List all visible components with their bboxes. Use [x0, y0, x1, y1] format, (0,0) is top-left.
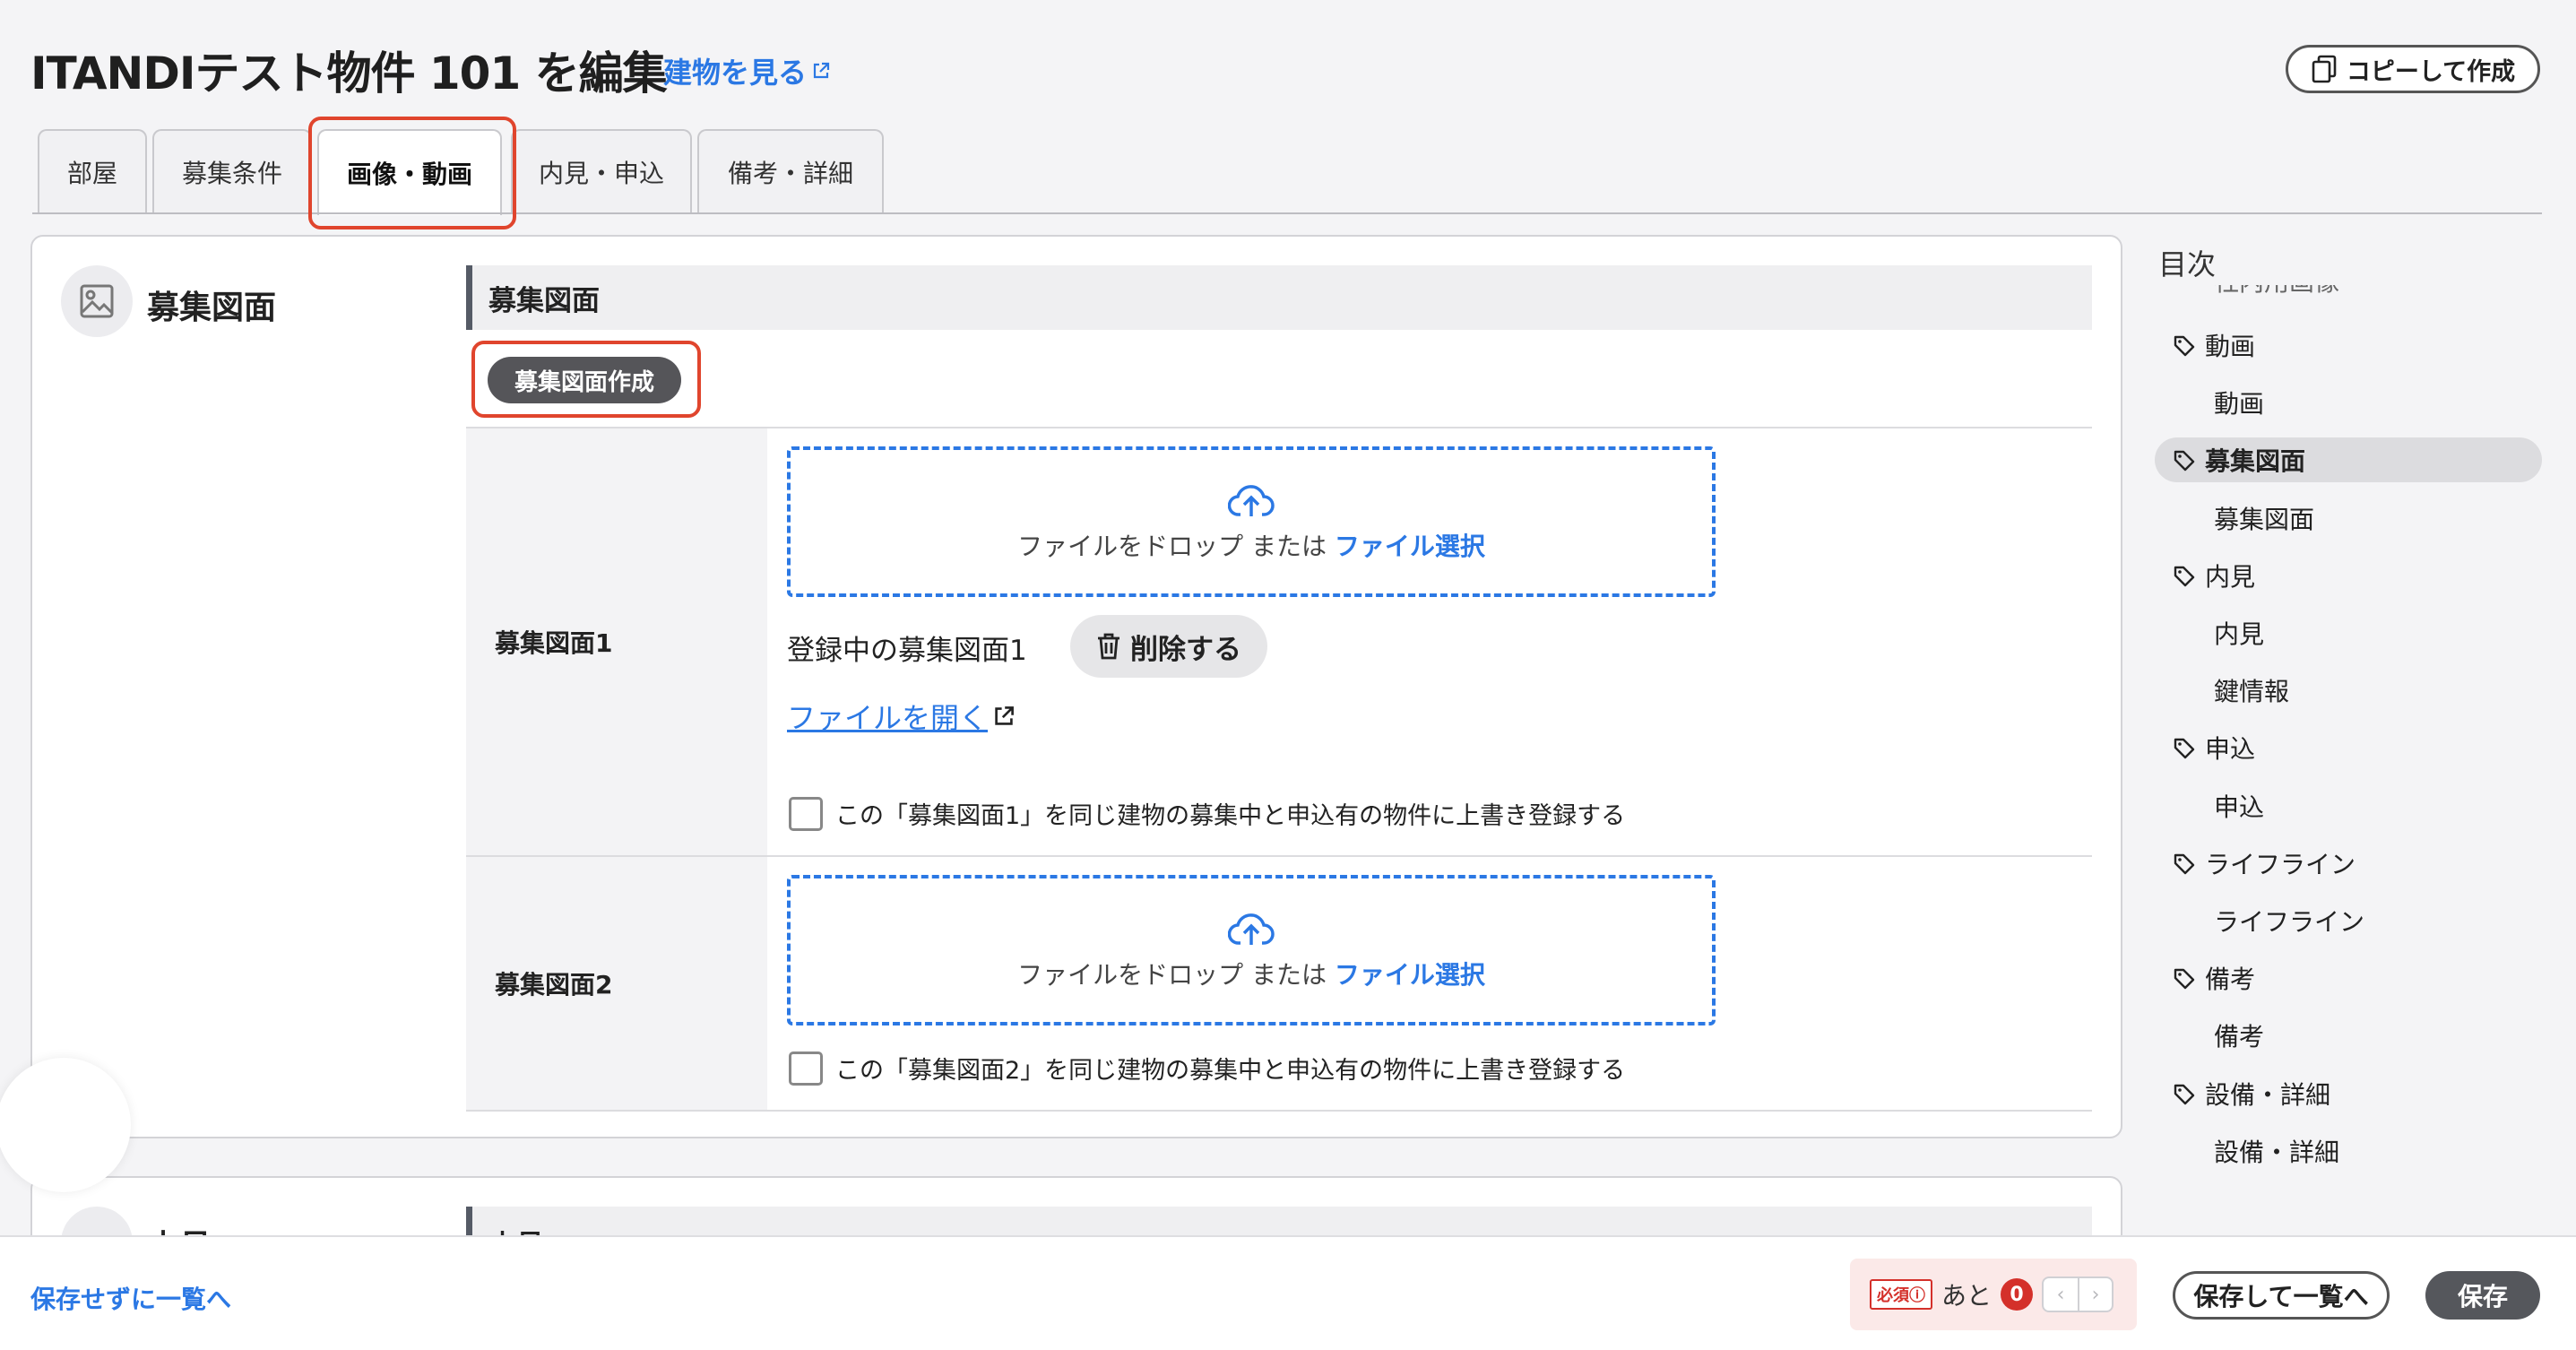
- upload-cloud-icon: [1228, 485, 1275, 516]
- tag-icon: [2173, 333, 2196, 357]
- toc-item-label: 募集図面: [2205, 446, 2306, 477]
- tab-viewing-application[interactable]: 内見・申込: [511, 129, 692, 213]
- open-file-label: ファイルを開く: [787, 701, 989, 735]
- open-file-link[interactable]: ファイルを開く: [787, 696, 1015, 737]
- toc-item-group[interactable]: 申込: [2155, 725, 2542, 770]
- file-select-link[interactable]: ファイル選択: [1335, 960, 1485, 990]
- figure1-overwrite-checkbox[interactable]: [789, 796, 823, 831]
- view-building-label: 建物を見る: [663, 56, 808, 90]
- tag-icon: [2173, 736, 2196, 759]
- delete-label: 削除する: [1130, 633, 1241, 666]
- back-without-saving-link[interactable]: 保存せずに一覧へ: [30, 1280, 231, 1316]
- toc-item-sub[interactable]: 鍵情報: [2155, 668, 2542, 713]
- copy-create-button[interactable]: コピーして作成: [2286, 45, 2540, 93]
- toc-item-label: 募集図面: [2214, 504, 2315, 534]
- toc-item-sub[interactable]: 内見: [2155, 610, 2542, 655]
- toc-item-label: 備考: [2214, 1022, 2265, 1052]
- toc-item-sub[interactable]: 備考: [2155, 1013, 2542, 1058]
- figure1-overwrite-row: この「募集図面1」を同じ建物の募集中と申込有の物件に上書き登録する: [789, 796, 1625, 831]
- figure2-overwrite-checkbox[interactable]: [789, 1051, 823, 1086]
- required-field-pager: ‹ ›: [2042, 1276, 2114, 1312]
- external-link-icon: [995, 706, 1014, 725]
- figure1-overwrite-label: この「募集図面1」を同じ建物の募集中と申込有の物件に上書き登録する: [835, 802, 1626, 830]
- external-link-icon: [813, 62, 830, 79]
- toc-list: 社内用画像 動画動画募集図面募集図面内見内見鍵情報申込申込ライフラインライフライ…: [2155, 285, 2542, 1235]
- toc-title: 目次: [2158, 247, 2217, 281]
- dropzone-text: ファイルをドロップ または ファイル選択: [1017, 527, 1485, 563]
- figure2-dropzone[interactable]: ファイルをドロップ または ファイル選択: [787, 875, 1716, 1025]
- required-fields-panel: 必須ⓘ あと 0 ‹ ›: [1850, 1259, 2137, 1330]
- tab-underline: [32, 212, 2542, 214]
- toc-item-sub[interactable]: 動画: [2155, 380, 2542, 425]
- toc-item-label: 鍵情報: [2214, 677, 2290, 707]
- remaining-count-badge: 0: [2001, 1278, 2034, 1311]
- remaining-label: あと: [1941, 1281, 1993, 1311]
- tag-icon: [2173, 1082, 2196, 1105]
- help-icon: ⓘ: [1909, 1286, 1925, 1305]
- dropzone-hint: ファイルをドロップ または: [1017, 960, 1335, 990]
- chevron-left-icon[interactable]: ‹: [2044, 1278, 2078, 1311]
- toc-item-label: 備考: [2205, 965, 2256, 995]
- figure2-label: 募集図面2: [466, 857, 767, 1110]
- toc-item-group[interactable]: 備考: [2155, 956, 2542, 1000]
- file-select-link[interactable]: ファイル選択: [1335, 532, 1485, 561]
- toc-item-group[interactable]: 内見: [2155, 553, 2542, 598]
- figure2-overwrite-label: この「募集図面2」を同じ建物の募集中と申込有の物件に上書き登録する: [835, 1057, 1626, 1085]
- row-divider: [466, 1110, 2092, 1112]
- toc-item-sub[interactable]: ライフライン: [2155, 898, 2542, 943]
- toc-item-label: ライフライン: [2214, 907, 2365, 937]
- toc-item-partial[interactable]: 社内用画像: [2155, 285, 2542, 303]
- trash-icon: [1098, 633, 1119, 660]
- toc-item-label: 内見: [2205, 561, 2256, 592]
- image-icon: [80, 284, 114, 318]
- toc-item-label: 設備・詳細: [2214, 1137, 2340, 1167]
- figure1-label: 募集図面1: [466, 428, 767, 855]
- figure1-dropzone[interactable]: ファイルをドロップ または ファイル選択: [787, 446, 1716, 597]
- save-button[interactable]: 保存: [2425, 1271, 2540, 1320]
- toc-item-sub[interactable]: 申込: [2155, 783, 2542, 828]
- required-badge-label: 必須: [1877, 1286, 1909, 1305]
- create-figure-button[interactable]: 募集図面作成: [488, 357, 681, 403]
- toc-item-label: 内見: [2214, 619, 2265, 649]
- page-title: ITANDIテスト物件 101 を編集: [30, 48, 668, 100]
- tag-icon: [2173, 852, 2196, 875]
- upload-cloud-icon: [1228, 913, 1275, 945]
- view-building-link[interactable]: 建物を見る: [663, 50, 830, 91]
- toc-item-sub[interactable]: 募集図面: [2155, 496, 2542, 541]
- copy-create-label: コピーして作成: [2346, 57, 2516, 86]
- tag-icon: [2173, 966, 2196, 990]
- tab-room[interactable]: 部屋: [38, 129, 147, 213]
- chevron-right-icon[interactable]: ›: [2078, 1278, 2112, 1311]
- dropzone-hint: ファイルをドロップ または: [1017, 532, 1335, 561]
- toc-item-label: 申込: [2205, 734, 2256, 765]
- toc-item-label: 動画: [2214, 389, 2265, 420]
- section-icon: [61, 265, 133, 337]
- tab-notes-details[interactable]: 備考・詳細: [697, 129, 884, 213]
- figure2-overwrite-row: この「募集図面2」を同じ建物の募集中と申込有の物件に上書き登録する: [789, 1051, 1625, 1086]
- tab-recruitment-conditions[interactable]: 募集条件: [152, 129, 312, 213]
- toc-item-group[interactable]: 募集図面: [2155, 437, 2542, 483]
- section-title: 募集図面: [147, 290, 277, 326]
- registered-figure-label: 登録中の募集図面1: [787, 635, 1027, 667]
- toc-item-label: ライフライン: [2205, 849, 2356, 879]
- tag-icon: [2173, 564, 2196, 587]
- required-badge: 必須ⓘ: [1870, 1279, 1932, 1310]
- tab-images-videos[interactable]: 画像・動画: [317, 129, 502, 215]
- toc-item-sub[interactable]: 設備・詳細: [2155, 1129, 2542, 1173]
- save-and-list-button[interactable]: 保存して一覧へ: [2173, 1271, 2390, 1320]
- toc-item-label: 申込: [2214, 792, 2265, 822]
- toc-item-group[interactable]: 設備・詳細: [2155, 1071, 2542, 1116]
- toc-item-label: 動画: [2205, 332, 2256, 361]
- dropzone-text: ファイルをドロップ または ファイル選択: [1017, 956, 1485, 991]
- delete-button[interactable]: 削除する: [1070, 615, 1267, 678]
- toc-item-group[interactable]: ライフライン: [2155, 841, 2542, 886]
- toc-item-label: 設備・詳細: [2205, 1079, 2331, 1110]
- copy-icon: [2312, 55, 2337, 83]
- toc-item-group[interactable]: 動画: [2155, 323, 2542, 368]
- subsection-header: 募集図面: [466, 265, 2092, 330]
- floating-action-circle[interactable]: [0, 1058, 131, 1192]
- tag-icon: [2173, 448, 2196, 472]
